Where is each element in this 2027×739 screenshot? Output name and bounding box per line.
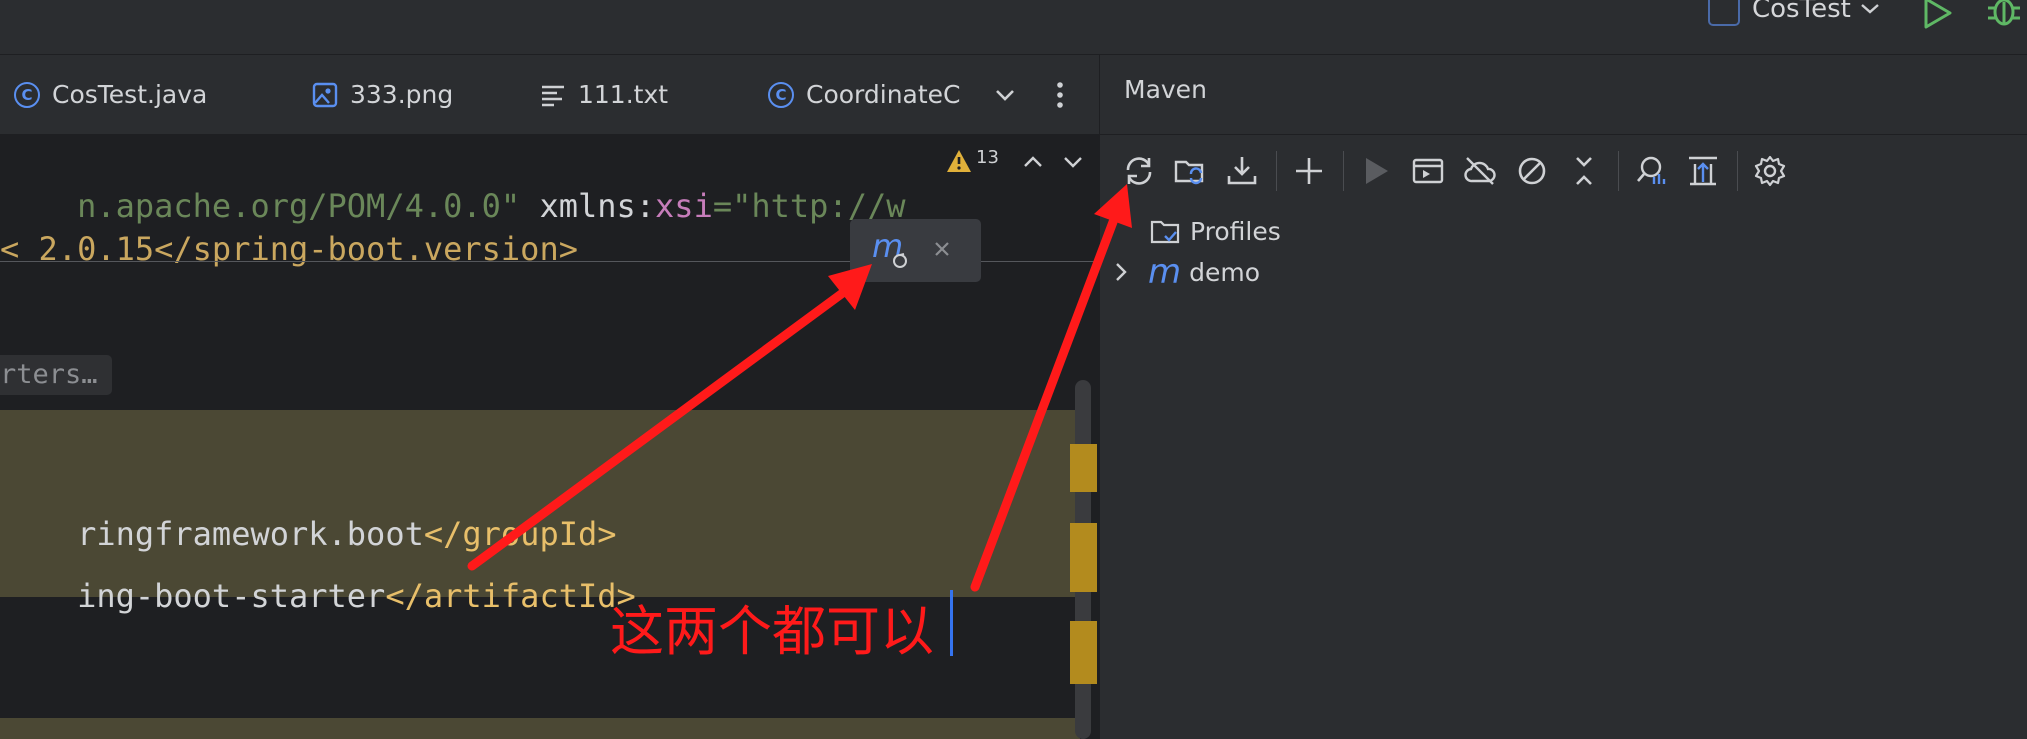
annotation-arrow [970,184,1132,592]
annotation-arrow [467,264,872,571]
annotation-arrows [467,184,1132,592]
